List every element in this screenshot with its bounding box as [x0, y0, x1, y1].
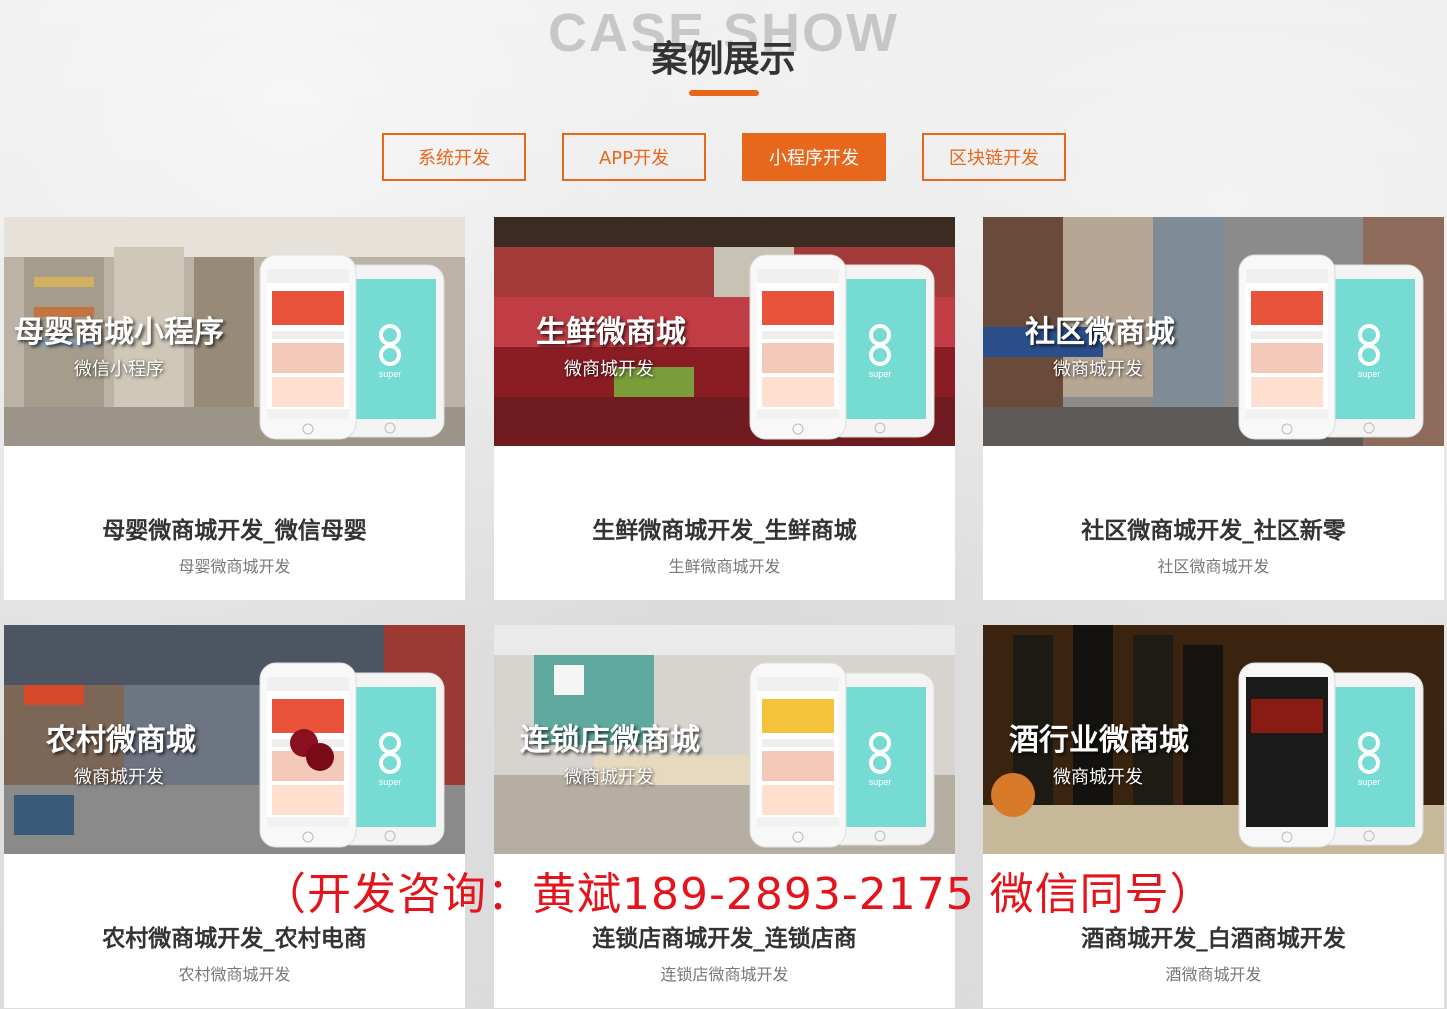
case-card[interactable]: 连锁店微商城 微商城开发 连锁店商城开发_连锁店商 连锁店微商城开发: [494, 625, 955, 1008]
case-name[interactable]: 社区微商城开发_社区新零: [983, 511, 1444, 545]
tab-blockchain-dev[interactable]: 区块链开发: [922, 133, 1066, 181]
case-overlay-title: 生鲜微商城: [536, 315, 686, 350]
tab-app-dev[interactable]: APP开发: [562, 133, 706, 181]
case-overlay-title: 农村微商城: [46, 723, 196, 758]
case-name[interactable]: 酒商城开发_白酒商城开发: [983, 919, 1444, 953]
case-overlay-subtitle: 微商城开发: [1053, 359, 1143, 380]
case-card[interactable]: 母婴商城小程序 微信小程序 母婴微商城开发_微信母婴 母婴微商城开发: [4, 217, 465, 600]
case-overlay-subtitle: 微商城开发: [74, 767, 164, 788]
case-card[interactable]: 酒行业微商城 微商城开发 酒商城开发_白酒商城开发 酒微商城开发: [983, 625, 1444, 1008]
case-name[interactable]: 母婴微商城开发_微信母婴: [4, 511, 465, 545]
tab-miniprogram-dev[interactable]: 小程序开发: [742, 133, 886, 181]
case-overlay-title: 社区微商城: [1025, 315, 1175, 350]
case-desc: 酒微商城开发: [1165, 965, 1262, 984]
section-title: 案例展示: [651, 39, 796, 80]
section-header: CASE SHOW 案例展示: [0, 0, 1447, 100]
case-card[interactable]: 社区微商城 微商城开发 社区微商城开发_社区新零 社区微商城开发: [983, 217, 1444, 600]
case-card[interactable]: 生鲜微商城 微商城开发 生鲜微商城开发_生鲜商城 生鲜微商城开发: [494, 217, 955, 600]
case-overlay-title: 母婴商城小程序: [14, 315, 224, 350]
case-desc: 农村微商城开发: [178, 965, 291, 984]
case-name[interactable]: 生鲜微商城开发_生鲜商城: [494, 511, 955, 545]
case-name[interactable]: 连锁店商城开发_连锁店商: [494, 919, 955, 953]
title-underline: [689, 90, 759, 96]
case-overlay-subtitle: 微商城开发: [564, 767, 654, 788]
consult-banner: （开发咨询：黄斌189-2893-2175 微信同号）: [262, 869, 1215, 920]
tab-system-dev[interactable]: 系统开发: [382, 133, 526, 181]
case-card[interactable]: 农村微商城 微商城开发 农村微商城开发_农村电商 农村微商城开发: [4, 625, 465, 1008]
case-desc: 生鲜微商城开发: [668, 557, 781, 576]
case-overlay-subtitle: 微商城开发: [564, 359, 654, 380]
case-overlay-subtitle: 微商城开发: [1053, 767, 1143, 788]
case-overlay-title: 连锁店微商城: [520, 723, 700, 758]
category-tabs: 系统开发 APP开发 小程序开发 区块链开发: [382, 133, 1066, 181]
case-overlay-subtitle: 微信小程序: [74, 359, 164, 380]
case-overlay-title: 酒行业微商城: [1009, 723, 1189, 758]
case-name[interactable]: 农村微商城开发_农村电商: [4, 919, 465, 953]
case-desc: 社区微商城开发: [1157, 557, 1270, 576]
case-desc: 母婴微商城开发: [178, 557, 291, 576]
case-desc: 连锁店微商城开发: [660, 965, 789, 984]
